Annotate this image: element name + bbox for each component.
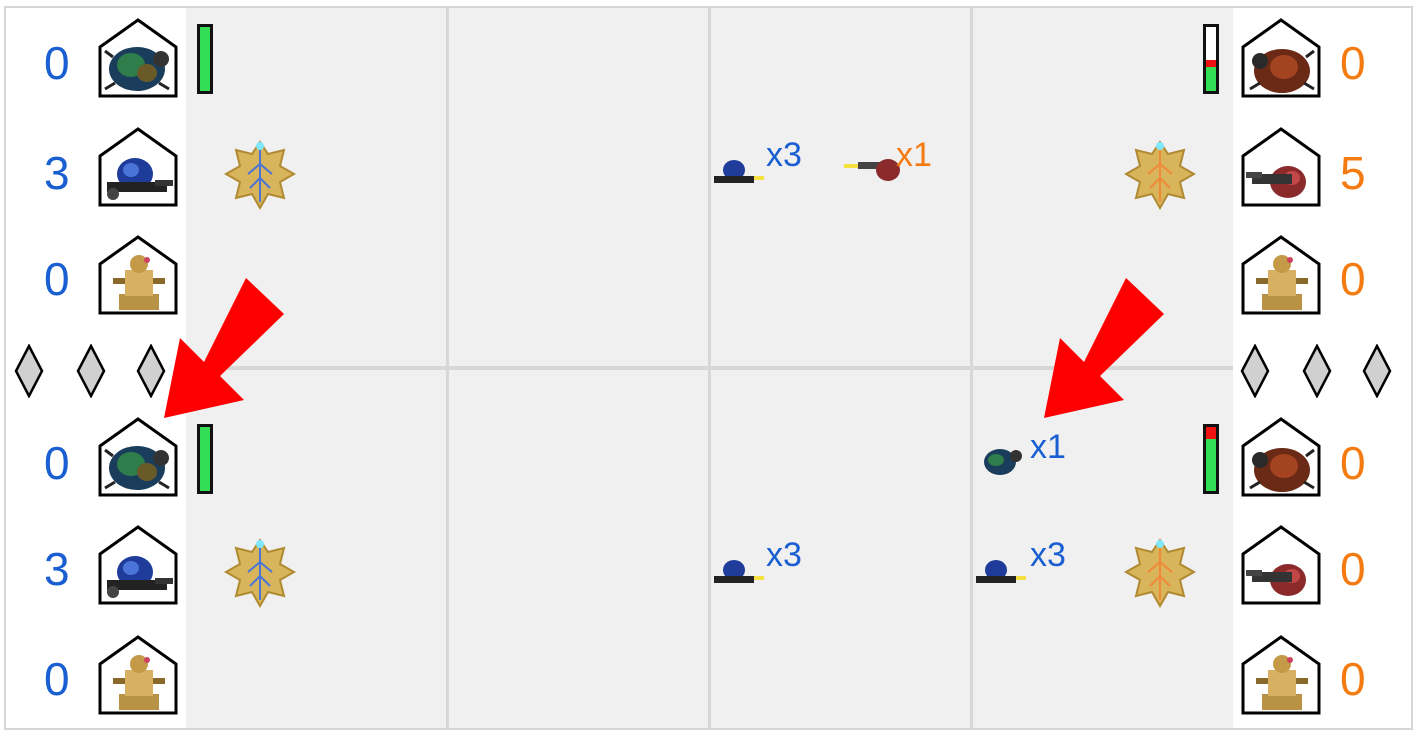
gunner-unit-icon [1241, 525, 1321, 605]
orange-base-icon [1125, 141, 1195, 209]
unit-card-gunner[interactable] [1240, 524, 1322, 606]
hp-bar [1203, 424, 1219, 494]
right-arrow [1044, 278, 1164, 418]
unit-multiplier: x1 [1030, 428, 1066, 466]
unit-card-gunner[interactable] [97, 524, 179, 606]
hp-bar [197, 424, 213, 494]
hp-damage [1206, 60, 1216, 67]
unit-count: 0 [1340, 253, 1366, 305]
gunner-unit-icon [98, 127, 178, 207]
unit-card-beetle[interactable] [1240, 17, 1322, 99]
mech-unit-icon [98, 635, 178, 715]
unit-card-gunner[interactable] [97, 126, 179, 208]
unit-card-gunner[interactable] [1240, 126, 1322, 208]
mech-unit-icon [1241, 235, 1321, 315]
unit-multiplier: x3 [766, 136, 802, 174]
beetle-unit-icon [98, 18, 178, 98]
hp-fill [200, 27, 210, 91]
gunner-unit-icon [1241, 127, 1321, 207]
unit-card-beetle[interactable] [97, 416, 179, 498]
blue-gunner-icon [714, 160, 764, 183]
gunner-unit-icon [98, 525, 178, 605]
unit-count: 0 [44, 653, 70, 705]
unit-count: 0 [44, 437, 70, 489]
hp-damage [1206, 427, 1216, 439]
unit-count: 0 [1340, 543, 1366, 595]
unit-count: 0 [1340, 437, 1366, 489]
unit-count: 5 [1340, 147, 1366, 199]
orange-gunner-icon [844, 159, 900, 181]
blue-gunner-icon [976, 560, 1026, 583]
unit-card-mech[interactable] [97, 634, 179, 716]
left-arrow [164, 278, 284, 418]
orange-base-icon [1125, 539, 1195, 607]
blue-beetle-icon [984, 449, 1022, 475]
diamond-icon[interactable] [14, 344, 44, 398]
unit-card-beetle[interactable] [1240, 416, 1322, 498]
beetle-unit-icon [98, 417, 178, 497]
beetle-unit-icon [1241, 18, 1321, 98]
blue-gunner-icon [714, 560, 764, 583]
diamond-icon[interactable] [1240, 344, 1270, 398]
unit-count: 3 [44, 543, 70, 595]
diamond-icon[interactable] [76, 344, 106, 398]
unit-count: 0 [44, 37, 70, 89]
hp-bar [1203, 24, 1219, 94]
diamond-icon[interactable] [1302, 344, 1332, 398]
hp-fill [200, 427, 210, 491]
unit-card-mech[interactable] [1240, 234, 1322, 316]
mech-unit-icon [1241, 635, 1321, 715]
unit-count: 0 [44, 253, 70, 305]
unit-count: 0 [1340, 653, 1366, 705]
unit-multiplier: x1 [896, 136, 932, 174]
unit-card-mech[interactable] [1240, 634, 1322, 716]
unit-multiplier: x3 [766, 536, 802, 574]
hp-bar [197, 24, 213, 94]
diamond-icon[interactable] [1362, 344, 1392, 398]
blue-base-icon [225, 141, 295, 209]
unit-card-beetle[interactable] [97, 17, 179, 99]
blue-base-icon [225, 539, 295, 607]
unit-count: 3 [44, 147, 70, 199]
unit-count: 0 [1340, 37, 1366, 89]
hp-fill [1206, 438, 1216, 491]
hp-fill [1206, 66, 1216, 91]
unit-multiplier: x3 [1030, 536, 1066, 574]
beetle-unit-icon [1241, 417, 1321, 497]
